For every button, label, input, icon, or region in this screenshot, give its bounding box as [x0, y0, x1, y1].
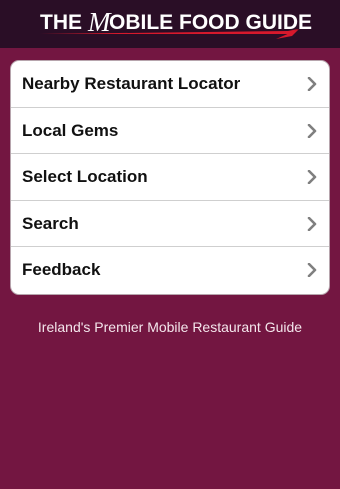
- logo-prefix: THE: [40, 11, 82, 34]
- menu-item-label: Nearby Restaurant Locator: [22, 74, 241, 93]
- mobile-food-guide-logo: THE M OBILE FOOD GUIDE: [40, 7, 312, 39]
- menu-item-local-gems[interactable]: Local Gems: [11, 108, 329, 155]
- app-header: THE M OBILE FOOD GUIDE: [0, 0, 340, 48]
- menu-item-label: Local Gems: [22, 120, 119, 140]
- main-menu: Nearby Restaurant Locator Local Gems Sel…: [10, 60, 330, 295]
- chevron-right-icon: [307, 216, 317, 231]
- menu-item-label: Select Location: [22, 167, 148, 187]
- menu-item-label: Search: [22, 213, 79, 233]
- chevron-right-icon: [307, 170, 317, 185]
- menu-item-label: Feedback: [22, 260, 101, 280]
- chevron-right-icon: [307, 263, 317, 278]
- chevron-right-icon: [307, 123, 317, 138]
- tagline: Ireland's Premier Mobile Restaurant Guid…: [37, 319, 303, 335]
- chevron-right-icon: [307, 77, 317, 91]
- menu-item-feedback[interactable]: Feedback: [11, 247, 329, 294]
- menu-item-select-location[interactable]: Select Location: [11, 154, 329, 201]
- menu-item-search[interactable]: Search: [11, 201, 329, 248]
- logo-rest: OBILE FOOD GUIDE: [109, 11, 312, 34]
- menu-item-nearby-restaurant-locator[interactable]: Nearby Restaurant Locator: [11, 61, 329, 108]
